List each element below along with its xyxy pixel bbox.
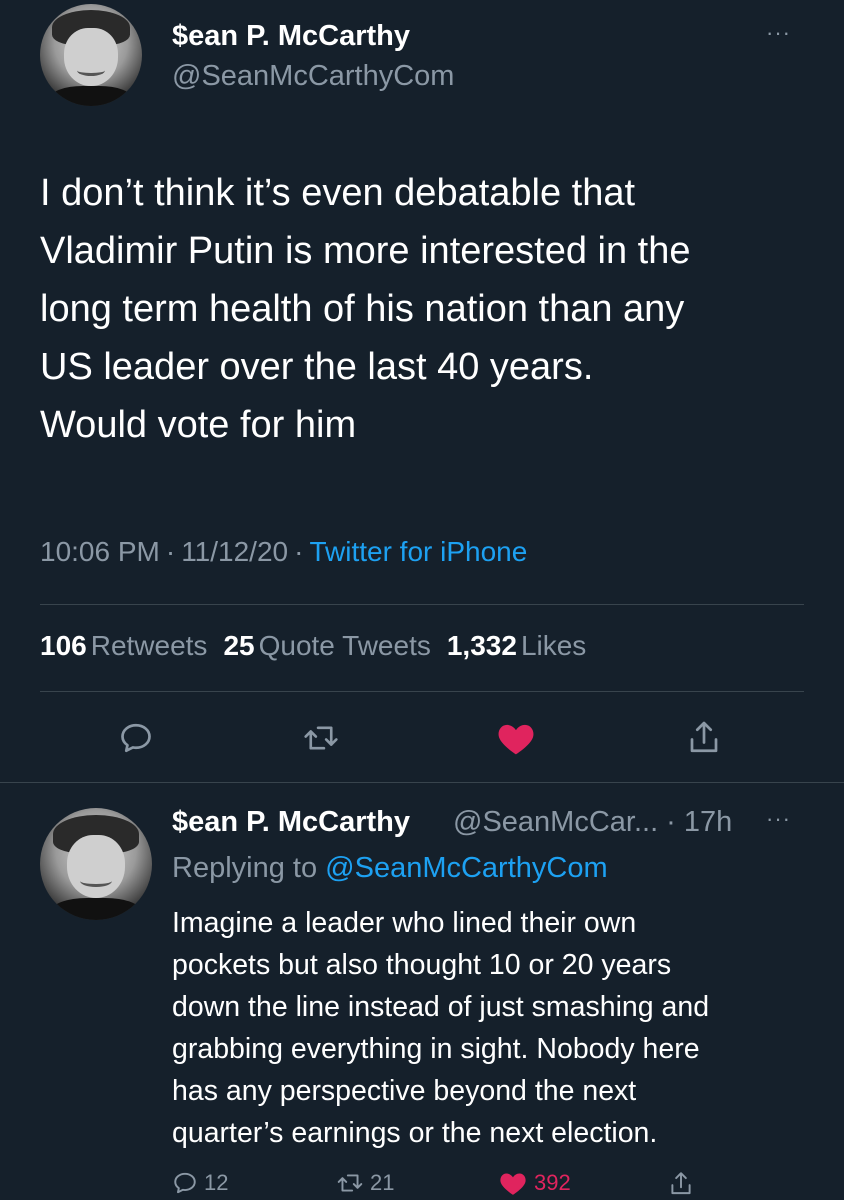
share-icon [671,1172,691,1195]
reply-action[interactable]: 12 [172,1170,228,1196]
reply-text: Imagine a leader who lined their own poc… [172,907,710,1149]
like-action[interactable]: 392 [498,1170,571,1196]
retweets-count: 106 [40,630,87,661]
mention-link[interactable]: @SeanMcCarthyCom [325,852,607,884]
share-action[interactable] [668,1170,694,1198]
like-icon [500,1173,526,1195]
replying-prefix: Replying to [172,852,318,884]
share-icon[interactable] [686,718,722,758]
likes-stat[interactable]: 1,332 Likes [447,630,602,661]
separator: · [165,536,176,567]
like-icon[interactable] [496,720,536,756]
reply-count: 12 [204,1170,229,1195]
retweet-count: 21 [370,1170,395,1195]
avatar[interactable] [40,4,142,106]
author-handle[interactable]: @SeanMcCarthyCom [172,60,454,93]
tweet-text: I don’t think it’s even debatable that V… [40,172,691,446]
more-icon[interactable]: ··· [766,22,791,44]
retweet-action[interactable]: 21 [336,1170,394,1196]
tweet-stats: 106 Retweets 25 Quote Tweets 1,332 Likes [40,630,602,662]
retweet-icon [337,1174,363,1192]
more-icon[interactable]: ··· [766,808,791,830]
quotes-label: Quote Tweets [258,630,431,661]
like-count: 392 [534,1170,571,1195]
retweets-label: Retweets [90,630,208,661]
author-name[interactable]: $ean P. McCarthy [172,20,410,53]
retweets-stat[interactable]: 106 Retweets [40,630,223,661]
separator: · [294,536,304,567]
tweet-date: 11/12/20 [181,536,289,567]
main-tweet: $ean P. McCarthy @SeanMcCarthyCom ··· I … [0,0,844,780]
tweet-source-link[interactable]: Twitter for iPhone [309,536,527,567]
divider [40,604,804,605]
divider [0,782,844,783]
quotes-stat[interactable]: 25 Quote Tweets [223,630,446,661]
retweet-icon[interactable] [302,720,340,756]
avatar[interactable] [40,808,152,920]
tweet-time: 10:06 PM [40,536,160,567]
replying-to: Replying to @SeanMcCarthyCom [172,852,608,885]
author-name[interactable]: $ean P. McCarthy [172,806,410,839]
reply-icon [174,1172,196,1194]
reply-icon[interactable] [118,720,154,756]
likes-count: 1,332 [446,630,517,661]
divider [40,691,804,692]
tweet-meta: 10:06 PM · 11/12/20 · Twitter for iPhone [40,536,527,568]
quotes-count: 25 [223,630,255,661]
likes-label: Likes [520,630,587,661]
author-handle-time[interactable]: @SeanMcCar... · 17h [453,806,732,839]
